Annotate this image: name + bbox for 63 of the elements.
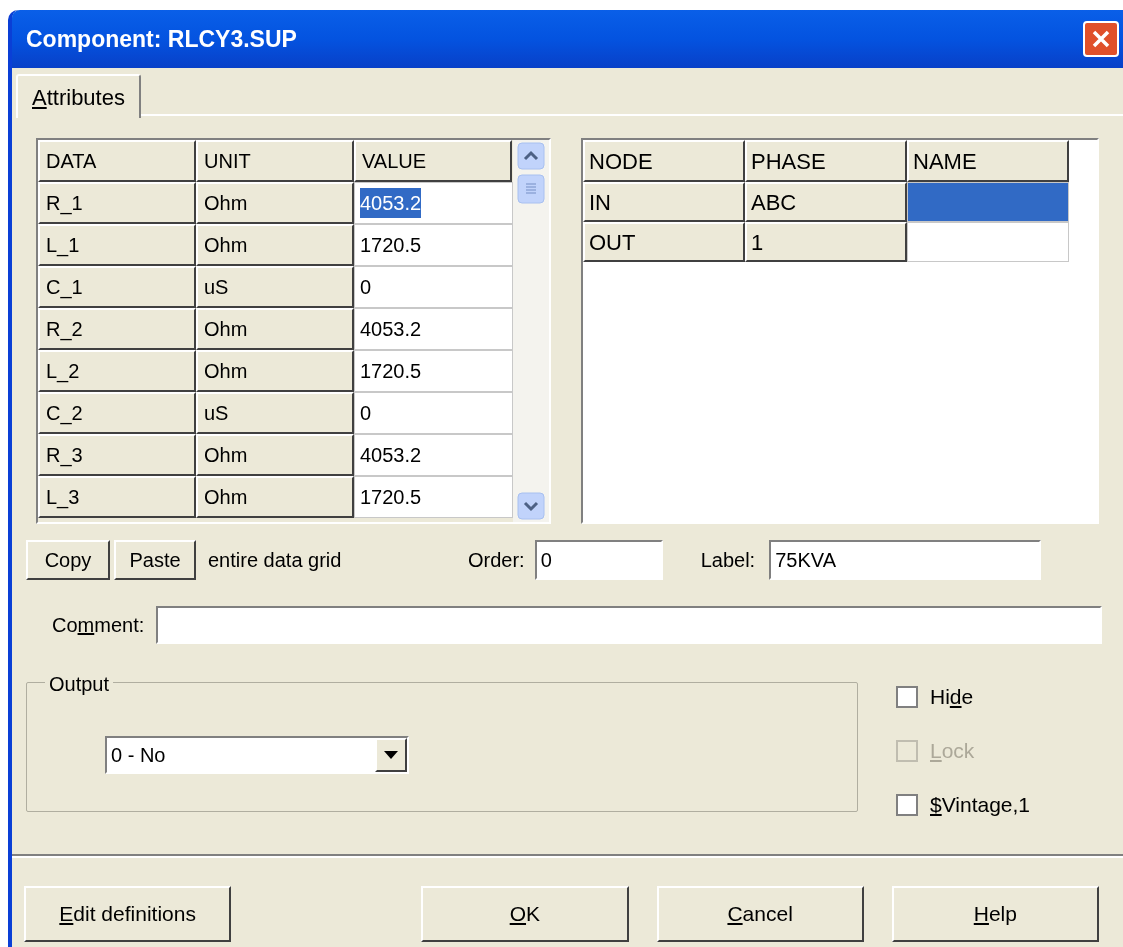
scrollbar[interactable] [513,140,549,522]
row-header: C_2 [38,392,196,434]
order-label: Order: [468,548,525,573]
value-cell[interactable]: 1720.5 [354,350,513,392]
checkbox-label: $Vintage,1 [930,792,1031,819]
comment-field[interactable] [156,606,1102,644]
grid-note: entire data grid [208,548,343,573]
checkbox[interactable] [896,686,918,708]
close-button[interactable] [1083,21,1119,57]
row-header: L_2 [38,350,196,392]
dialog-button[interactable]: Edit definitions [24,886,232,942]
close-icon [1091,29,1111,49]
row-header: L_1 [38,224,196,266]
dialog-button[interactable]: Cancel [656,886,864,942]
dialog-button[interactable]: Help [891,886,1099,942]
table-cell: 1 [745,222,907,262]
column-header: NODE [583,140,745,182]
row-header: R_2 [38,308,196,350]
checkbox[interactable] [896,794,918,816]
value-cell[interactable]: 4053.2 [354,182,513,224]
name-cell[interactable] [907,182,1069,222]
value-cell[interactable]: 0 [354,392,513,434]
value-cell[interactable]: 1720.5 [354,476,513,518]
column-header: PHASE [745,140,907,182]
table-cell: Ohm [196,476,354,518]
value-cell[interactable]: 1720.5 [354,224,513,266]
dialog-button[interactable]: OK [421,886,629,942]
name-cell[interactable] [907,222,1069,262]
scroll-up-icon[interactable] [517,142,545,170]
scroll-thumb-icon[interactable] [517,174,545,204]
column-header: VALUE [354,140,512,182]
value-cell[interactable]: 4053.2 [354,308,513,350]
row-header: OUT [583,222,745,262]
scroll-down-icon[interactable] [517,492,545,520]
tab[interactable]: Attributes [16,74,141,118]
row-header: C_1 [38,266,196,308]
checkbox-label: Lock [930,738,975,765]
table-cell: Ohm [196,224,354,266]
column-header: UNIT [196,140,354,182]
column-header: DATA [38,140,196,182]
output-dropdown[interactable]: 0 - No [105,736,409,774]
table-cell: Ohm [196,308,354,350]
label-field[interactable]: 75KVA [769,540,1042,580]
row-header: L_3 [38,476,196,518]
row-header: R_3 [38,434,196,476]
table-cell: Ohm [196,434,354,476]
label-label: Label: [700,548,756,573]
row-header: IN [583,182,745,222]
table-cell: uS [196,392,354,434]
paste-button[interactable]: Paste [114,540,196,580]
value-cell[interactable]: 4053.2 [354,434,513,476]
comment-label: Comment: [52,613,146,638]
table-cell: Ohm [196,182,354,224]
checkbox-label: Hide [930,684,974,711]
order-field[interactable]: 0 [534,540,663,580]
row-header: R_1 [38,182,196,224]
window-title: Component: RLCY3.SUP [26,24,297,54]
table-cell: uS [196,266,354,308]
table-cell: ABC [745,182,907,222]
value-cell[interactable]: 0 [354,266,513,308]
copy-button[interactable]: Copy [26,540,110,580]
column-header: NAME [907,140,1069,182]
table-cell: Ohm [196,350,354,392]
